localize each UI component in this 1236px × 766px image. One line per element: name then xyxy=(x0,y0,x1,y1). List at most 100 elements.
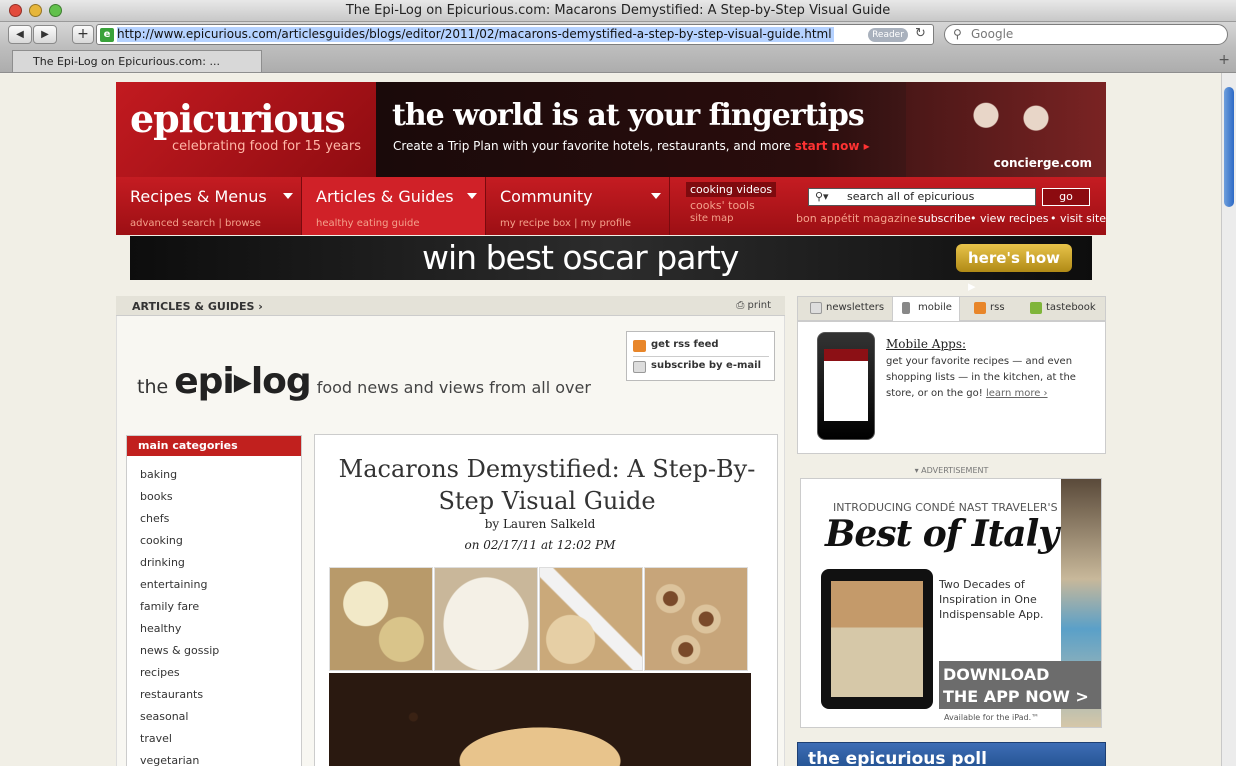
oscar-banner-text: win best oscar party xyxy=(422,238,739,277)
reader-button[interactable]: Reader xyxy=(868,28,908,42)
nav-articles[interactable]: Articles & Guides healthy eating guide xyxy=(302,177,486,235)
epilog-tagline: food news and views from all over xyxy=(316,378,591,397)
ipad-image xyxy=(821,569,933,709)
breadcrumb-articles[interactable]: ARTICLES & GUIDES › xyxy=(132,300,263,313)
category-recipes[interactable]: recipes xyxy=(140,666,180,679)
add-bookmark-button[interactable]: + xyxy=(72,25,94,44)
cooking-videos-link[interactable]: cooking videos xyxy=(686,182,777,197)
advanced-search-link[interactable]: advanced search xyxy=(130,218,215,229)
chevron-down-icon[interactable] xyxy=(467,193,477,199)
tab-label: The Epi-Log on Epicurious.com: ... xyxy=(33,55,220,68)
rss-icon xyxy=(633,340,646,352)
mobile-apps-box: Mobile Apps: get your favorite recipes —… xyxy=(797,321,1106,454)
poll-heading: the epicurious poll xyxy=(808,749,987,766)
visit-site-link[interactable]: • visit site xyxy=(1050,212,1106,225)
tab-newsletters-label: newsletters xyxy=(826,302,885,313)
my-profile-link[interactable]: my profile xyxy=(581,218,631,229)
tab-mobile[interactable]: mobile xyxy=(902,302,952,314)
new-tab-icon[interactable]: + xyxy=(1218,52,1230,68)
vertical-scrollbar[interactable] xyxy=(1221,73,1236,766)
category-baking[interactable]: baking xyxy=(140,468,177,481)
view-recipes-link[interactable]: • view recipes xyxy=(970,212,1048,225)
phone-icon xyxy=(902,302,910,314)
healthy-eating-link[interactable]: healthy eating guide xyxy=(316,218,420,229)
scrollbar-thumb[interactable] xyxy=(1224,87,1234,207)
heres-how-button[interactable]: here's how ▸ xyxy=(956,244,1072,295)
address-bar[interactable]: e http://www.epicurious.com/articlesguid… xyxy=(96,24,934,45)
google-search-field[interactable]: ⚲ Google xyxy=(944,24,1228,45)
nav-articles-label[interactable]: Articles & Guides xyxy=(316,187,454,206)
nav-community[interactable]: Community my recipe box | my profile xyxy=(486,177,670,235)
go-button[interactable]: go xyxy=(1042,188,1090,206)
window-titlebar: The Epi-Log on Epicurious.com: Macarons … xyxy=(0,0,1236,22)
category-entertaining[interactable]: entertaining xyxy=(140,578,207,591)
email-subscribe-link[interactable]: subscribe by e-mail xyxy=(633,360,762,373)
site-search-input[interactable]: ⚲▾ search all of epicurious xyxy=(808,188,1036,206)
reload-icon[interactable]: ↻ xyxy=(915,26,926,41)
main-nav: Recipes & Menus advanced search | browse… xyxy=(116,177,1106,235)
poll-box[interactable]: the epicurious poll xyxy=(797,742,1106,766)
zoom-window-button[interactable] xyxy=(49,4,62,17)
minimize-window-button[interactable] xyxy=(29,4,42,17)
tab-epilog[interactable]: The Epi-Log on Epicurious.com: ... xyxy=(12,50,262,72)
category-family-fare[interactable]: family fare xyxy=(140,600,199,613)
step-photo-4[interactable] xyxy=(644,567,748,671)
mobile-apps-desc: get your favorite recipes — and even sho… xyxy=(886,354,1091,402)
step-photo-2[interactable] xyxy=(434,567,538,671)
category-drinking[interactable]: drinking xyxy=(140,556,185,569)
my-recipe-box-link[interactable]: my recipe box xyxy=(500,218,571,229)
print-link[interactable]: ⎙ print xyxy=(736,300,771,311)
browser-toolbar: ◀ ▶ + e http://www.epicurious.com/articl… xyxy=(0,22,1236,48)
chevron-down-icon[interactable] xyxy=(283,193,293,199)
concierge-banner-ad[interactable]: the world is at your fingertips Create a… xyxy=(376,82,1106,177)
logo-area[interactable]: epicurious celebrating food for 15 years xyxy=(116,82,376,177)
nav-recipes[interactable]: Recipes & Menus advanced search | browse xyxy=(116,177,302,235)
best-of-italy-ad[interactable]: INTRODUCING CONDÉ NAST TRAVELER'S Best o… xyxy=(800,478,1102,728)
nav-community-label[interactable]: Community xyxy=(500,187,593,206)
learn-more-link[interactable]: learn more › xyxy=(986,388,1048,399)
rss-feed-label: get rss feed xyxy=(651,339,719,350)
forward-button[interactable]: ▶ xyxy=(33,25,57,44)
tab-newsletters[interactable]: newsletters xyxy=(810,302,885,314)
iphone-image[interactable] xyxy=(817,332,875,440)
category-restaurants[interactable]: restaurants xyxy=(140,688,203,701)
banner-brand: concierge.com xyxy=(993,156,1092,170)
rss-feed-link[interactable]: get rss feed xyxy=(633,339,719,352)
epilog-prefix: the xyxy=(137,376,169,398)
banner-cta-link[interactable]: start now ▸ xyxy=(795,139,870,153)
mobile-apps-title[interactable]: Mobile Apps: xyxy=(886,337,966,351)
oscar-party-banner[interactable]: win best oscar party here's how ▸ xyxy=(130,236,1092,295)
tab-tastebook[interactable]: tastebook xyxy=(1030,302,1096,314)
step-photo-3[interactable] xyxy=(539,567,643,671)
download-app-button[interactable]: DOWNLOAD THE APP NOW > xyxy=(939,661,1101,709)
rss-icon xyxy=(974,302,986,314)
site-header: epicurious celebrating food for 15 years… xyxy=(116,82,1106,235)
category-travel[interactable]: travel xyxy=(140,732,172,745)
category-books[interactable]: books xyxy=(140,490,173,503)
category-box: main categories baking books chefs cooki… xyxy=(126,435,302,766)
email-subscribe-label: subscribe by e-mail xyxy=(651,360,762,371)
tab-rss[interactable]: rss xyxy=(974,302,1005,314)
category-news-gossip[interactable]: news & gossip xyxy=(140,644,219,657)
back-button[interactable]: ◀ xyxy=(8,25,32,44)
close-window-button[interactable] xyxy=(9,4,22,17)
category-chefs[interactable]: chefs xyxy=(140,512,169,525)
category-cooking[interactable]: cooking xyxy=(140,534,183,547)
subscribe-link[interactable]: subscribe xyxy=(918,212,971,225)
chevron-down-icon[interactable] xyxy=(651,193,661,199)
category-heading: main categories xyxy=(127,436,301,456)
cooks-tools-link[interactable]: cooks' tools xyxy=(690,199,755,212)
browse-link[interactable]: browse xyxy=(225,218,261,229)
macaron-hero-photo[interactable] xyxy=(329,673,751,766)
category-vegetarian[interactable]: vegetarian xyxy=(140,754,199,766)
print-icon: ⎙ xyxy=(736,300,745,311)
category-seasonal[interactable]: seasonal xyxy=(140,710,188,723)
view-recipes-label: view recipes xyxy=(980,212,1049,225)
nav-recipes-label[interactable]: Recipes & Menus xyxy=(130,187,267,206)
step-photo-1[interactable] xyxy=(329,567,433,671)
category-healthy[interactable]: healthy xyxy=(140,622,181,635)
site-map-link[interactable]: site map xyxy=(690,213,733,224)
breadcrumb: ARTICLES & GUIDES › ⎙ print xyxy=(116,296,785,316)
article-date: on 02/17/11 at 12:02 PM xyxy=(464,538,616,552)
url-text[interactable]: http://www.epicurious.com/articlesguides… xyxy=(117,27,834,42)
